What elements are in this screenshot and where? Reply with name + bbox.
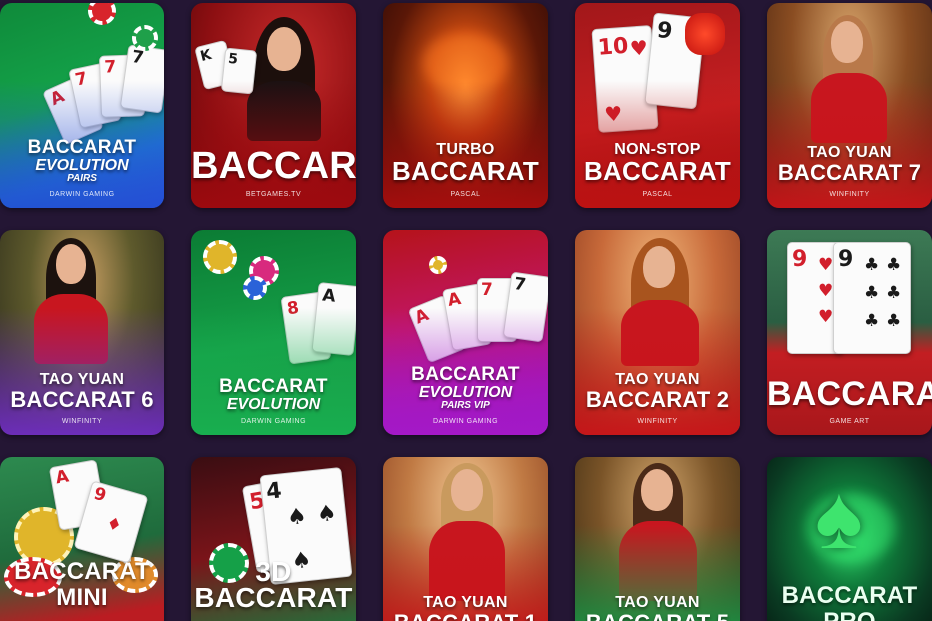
lantern-icon (685, 13, 725, 55)
tile-caption: BACCARAT EVOLUTION DARWIN GAMING (191, 376, 356, 426)
dealer-face (643, 246, 675, 288)
tile-title-line2: BACCARAT 2 (585, 387, 730, 412)
tile-title-line2: EVOLUTION (35, 157, 129, 174)
game-tile-baccarat-betgames[interactable]: K 5 BACCARAT BETGAMES.TV (191, 3, 356, 208)
club-icon: ♣ (886, 255, 902, 275)
tile-title-line1: BACCARAT PRO (781, 582, 918, 621)
tile-caption: 3D BACCARAT (191, 556, 356, 613)
club-icon: ♣ (864, 255, 880, 275)
tile-provider: BETGAMES.TV (245, 191, 302, 198)
tile-caption: TURBO BACCARAT PASCAL (383, 141, 548, 198)
tile-provider: DARWIN GAMING (49, 191, 115, 198)
tile-provider: PASCAL (642, 191, 673, 198)
tile-title-line1: BACCARAT MINI (14, 558, 150, 611)
game-tile-baccarat-game-art[interactable]: 9 ♥ ♥ ♥ 9 ♣ ♣ ♣ ♣ ♣ ♣ BACCARAT GAME ART (767, 230, 932, 435)
tile-title-line2: EVOLUTION (226, 396, 321, 413)
tile-title-line1: TAO YUAN (615, 371, 700, 388)
tile-caption: BACCARAT MINI (0, 559, 164, 611)
club-icon: ♣ (864, 311, 880, 331)
game-tile-tao-yuan-baccarat-2[interactable]: TAO YUAN BACCARAT 2 WINFINITY (575, 230, 740, 435)
tile-title-line1: BACCARAT (219, 376, 328, 397)
tile-provider: PASCAL (450, 191, 481, 198)
tile-title-line1: TAO YUAN (423, 594, 508, 611)
tile-title-line1: BACCARAT (191, 145, 356, 187)
dealer-face (267, 27, 301, 71)
club-icon: ♣ (886, 283, 902, 303)
spade-icon: ♠ (285, 503, 309, 531)
tile-provider: DARWIN GAMING (240, 418, 307, 425)
tile-title-line1: BACCARAT (27, 137, 137, 158)
tile-title-line2: BACCARAT (584, 156, 731, 186)
tile-caption: BACCARAT PRO (767, 583, 932, 621)
tile-title-line1: TAO YUAN (39, 371, 125, 388)
tile-caption: NON-STOP BACCARAT PASCAL (575, 141, 740, 198)
card-9-clubs: 9 ♣ ♣ ♣ ♣ ♣ ♣ (833, 242, 911, 354)
heart-icon: ♥ (818, 281, 834, 301)
heart-icon: ♥ (818, 255, 834, 275)
tile-provider: DARWIN GAMING (432, 418, 499, 425)
tile-title-line3: PAIRS VIP (441, 400, 490, 411)
tile-title-line2: BACCARAT 1 (383, 611, 548, 621)
tile-title-line1: TAO YUAN (615, 594, 700, 611)
game-grid: A 7 7 7 BACCARAT EVOLUTION PAIRS DARWIN … (0, 0, 932, 621)
chip-icon (132, 25, 158, 51)
dealer-face (641, 469, 673, 511)
game-tile-tao-yuan-baccarat-1[interactable]: TAO YUAN BACCARAT 1 (383, 457, 548, 621)
game-tile-baccarat-mini[interactable]: A 9 ♦ BACCARAT MINI (0, 457, 164, 621)
game-tile-non-stop-baccarat[interactable]: 10 ♥ ♥ 9 NON-STOP BACCARAT PASCAL (575, 3, 740, 208)
dealer-face (831, 21, 863, 63)
chip-icon (243, 276, 267, 300)
game-tile-tao-yuan-baccarat-7[interactable]: TAO YUAN BACCARAT 7 WINFINITY (767, 3, 932, 208)
game-tile-tao-yuan-baccarat-5[interactable]: TAO YUAN BACCARAT 5 (575, 457, 740, 621)
tile-title-line1: 3D BACCARAT (194, 556, 353, 613)
diamond-icon: ♦ (103, 513, 125, 537)
tile-title-line2: BACCARAT 7 (777, 160, 922, 185)
tile-title-line1: BACCARAT (411, 364, 520, 385)
game-tile-baccarat-evolution-pairs-vip[interactable]: A A 7 7 BACCARAT EVOLUTION PAIRS VIP DAR… (383, 230, 548, 435)
tile-caption: TAO YUAN BACCARAT 6 WINFINITY (0, 371, 164, 425)
dealer-face (56, 244, 86, 284)
dealer-face (451, 469, 483, 511)
tile-caption: BACCARAT BETGAMES.TV (191, 147, 356, 198)
tile-caption: BACCARAT EVOLUTION PAIRS DARWIN GAMING (0, 137, 164, 199)
tile-title-line3: PAIRS (67, 173, 97, 184)
tile-title-line2: EVOLUTION (418, 384, 513, 401)
tile-title-line2: BACCARAT (392, 156, 539, 186)
tile-caption: BACCARAT GAME ART (767, 376, 932, 425)
tile-title-line1: BACCARAT (767, 375, 932, 413)
tile-title-line2: BACCARAT 6 (10, 387, 154, 412)
heart-icon: ♥ (818, 307, 834, 327)
game-tile-baccarat-evolution-pairs[interactable]: A 7 7 7 BACCARAT EVOLUTION PAIRS DARWIN … (0, 3, 164, 208)
tile-title-line2: BACCARAT 5 (575, 611, 740, 621)
spade-icon: ♠ (315, 500, 338, 528)
game-tile-baccarat-pro[interactable]: ♠ BACCARAT PRO (767, 457, 932, 621)
club-icon: ♣ (886, 311, 902, 331)
heart-icon: ♥ (629, 35, 649, 61)
chip-icon (203, 240, 237, 274)
tile-caption: TAO YUAN BACCARAT 7 WINFINITY (767, 144, 932, 198)
spade-icon: ♠ (815, 468, 863, 568)
tile-caption: TAO YUAN BACCARAT 5 (575, 594, 740, 621)
game-tile-tao-yuan-baccarat-6[interactable]: TAO YUAN BACCARAT 6 WINFINITY (0, 230, 164, 435)
tile-caption: TAO YUAN BACCARAT 1 (383, 594, 548, 621)
chip-icon (429, 256, 447, 274)
game-tile-3d-baccarat[interactable]: 5 4 ♠ ♠ ♠ 3D BACCARAT (191, 457, 356, 621)
tile-provider: WINFINITY (829, 191, 870, 198)
tile-provider: GAME ART (829, 418, 870, 425)
tile-caption: TAO YUAN BACCARAT 2 WINFINITY (575, 371, 740, 425)
tile-provider: WINFINITY (61, 418, 103, 425)
tile-title-line1: TAO YUAN (807, 144, 892, 161)
game-tile-baccarat-evolution[interactable]: 8 A BACCARAT EVOLUTION DARWIN GAMING (191, 230, 356, 435)
tile-caption: BACCARAT EVOLUTION PAIRS VIP DARWIN GAMI… (383, 364, 548, 426)
tile-provider: WINFINITY (637, 418, 678, 425)
club-icon: ♣ (864, 283, 880, 303)
game-tile-turbo-baccarat[interactable]: TURBO BACCARAT PASCAL (383, 3, 548, 208)
